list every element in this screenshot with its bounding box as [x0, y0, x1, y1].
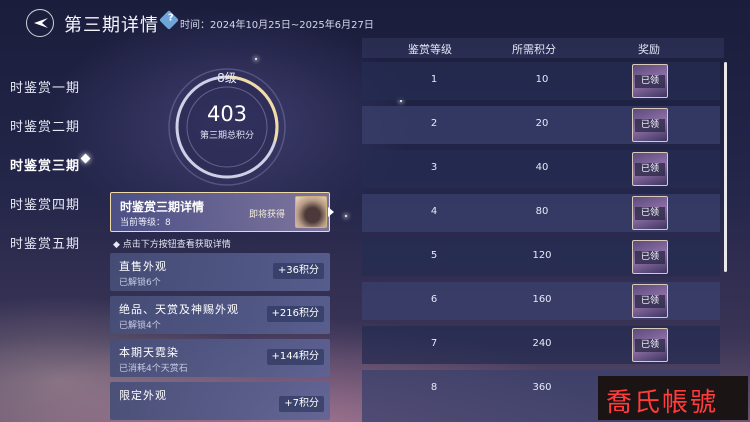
row-level: 5 [430, 250, 438, 261]
claimed-label: 已领 [635, 163, 665, 176]
category-sub: 已解锁6个 [119, 278, 161, 288]
claimed-label: 已领 [635, 339, 665, 352]
row-level: 3 [430, 162, 438, 173]
sparkle-icon [400, 100, 402, 102]
row-level: 2 [430, 118, 438, 129]
reward-item[interactable]: 已领 [632, 284, 668, 318]
hint-label: 点击下方按钮查看获取详情 [122, 240, 231, 250]
row-level: 7 [430, 338, 438, 349]
category-title: 直售外观 [119, 260, 167, 273]
reward-item[interactable]: 已领 [632, 328, 668, 362]
sparkle-icon [345, 215, 347, 217]
reward-table-header: 鉴赏等级 所需积分 奖励 [362, 38, 724, 58]
reward-item[interactable]: 已领 [632, 64, 668, 98]
table-row: 2 20 已领 [362, 106, 720, 144]
claimed-label: 已领 [635, 207, 665, 220]
row-points: 10 [535, 74, 549, 85]
period-tab-1[interactable]: 时鉴赏一期 [10, 77, 80, 96]
category-premium[interactable]: 绝品、天赏及神赐外观 已解锁4个 +216积分 [110, 296, 330, 334]
claimed-label: 已领 [635, 295, 665, 308]
claimed-label: 已领 [635, 251, 665, 264]
row-level: 4 [430, 206, 438, 217]
reward-item[interactable]: 已领 [632, 240, 668, 274]
claimed-label: 已领 [635, 75, 665, 88]
header-points: 所需积分 [512, 43, 556, 56]
selected-arrow-icon [328, 207, 334, 217]
table-row: 4 80 已领 [362, 194, 720, 232]
header-reward: 奖励 [638, 43, 660, 56]
row-level: 1 [430, 74, 438, 85]
category-title: 限定外观 [119, 389, 167, 402]
period-tab-3[interactable]: 时鉴赏三期 [10, 155, 80, 174]
back-arrow-icon [34, 18, 48, 28]
current-level: 当前等级：8 [120, 218, 171, 228]
category-sub: 已解锁4个 [119, 321, 161, 331]
row-points: 360 [532, 382, 552, 393]
row-points: 160 [532, 294, 552, 305]
back-button[interactable] [26, 9, 54, 37]
upcoming-label: 即将获得 [249, 210, 286, 220]
reward-item[interactable]: 已领 [632, 196, 668, 230]
category-points: +7积分 [279, 396, 324, 412]
category-title: 绝品、天赏及神赐外观 [119, 303, 239, 316]
reward-item[interactable]: 已领 [632, 152, 668, 186]
category-sub: 已消耗4个天赏石 [119, 364, 188, 374]
table-row: 7 240 已领 [362, 326, 720, 364]
watermark: 喬氏帳號 [598, 376, 748, 420]
sparkle-icon [255, 58, 257, 60]
row-level: 8 [430, 382, 438, 393]
category-points: +36积分 [272, 263, 324, 279]
reward-item[interactable]: 已领 [632, 108, 668, 142]
row-level: 6 [430, 294, 438, 305]
period-time: 时间：2024年10月25日~2025年6月27日 [180, 20, 374, 31]
period-tab-4[interactable]: 时鉴赏四期 [10, 194, 80, 213]
category-limited[interactable]: 限定外观 +7积分 [110, 382, 330, 420]
upcoming-reward-thumbnail [295, 196, 327, 228]
row-points: 240 [532, 338, 552, 349]
score-ring: 8级 403 第三期总积分 [162, 62, 292, 192]
watermark-text: 喬氏帳號 [606, 388, 719, 418]
level-text: 8级 [217, 71, 237, 85]
row-points: 20 [535, 118, 549, 129]
category-points: +216积分 [266, 306, 324, 322]
row-points: 120 [532, 250, 552, 261]
category-direct-sale[interactable]: 直售外观 已解锁6个 +36积分 [110, 253, 330, 291]
table-row: 3 40 已领 [362, 150, 720, 188]
page-title: 第三期详情 [64, 15, 159, 36]
help-icon: ? [167, 12, 174, 24]
category-points: +144积分 [266, 349, 324, 365]
table-row: 5 120 已领 [362, 238, 720, 276]
header-level: 鉴赏等级 [408, 43, 452, 56]
active-indicator-icon [80, 153, 91, 164]
table-row: 6 160 已领 [362, 282, 720, 320]
score-label: 第三期总积分 [199, 131, 254, 141]
table-scrollbar[interactable] [724, 62, 727, 272]
row-points: 40 [535, 162, 549, 173]
period-tab-5[interactable]: 时鉴赏五期 [10, 233, 80, 252]
category-dye[interactable]: 本期天霓染 已消耗4个天赏石 +144积分 [110, 339, 330, 377]
total-score: 403 [206, 102, 248, 126]
help-button[interactable]: ? [159, 10, 179, 30]
period-detail-card[interactable]: 时鉴赏三期详情 当前等级：8 即将获得 [110, 192, 330, 232]
period-tab-2[interactable]: 时鉴赏二期 [10, 116, 80, 135]
table-row: 1 10 已领 [362, 62, 720, 100]
claimed-label: 已领 [635, 119, 665, 132]
row-points: 80 [535, 206, 549, 217]
hint-text: ◆ 点击下方按钮查看获取详情 [113, 240, 231, 250]
category-title: 本期天霓染 [119, 346, 179, 359]
detail-title: 时鉴赏三期详情 [120, 200, 205, 214]
